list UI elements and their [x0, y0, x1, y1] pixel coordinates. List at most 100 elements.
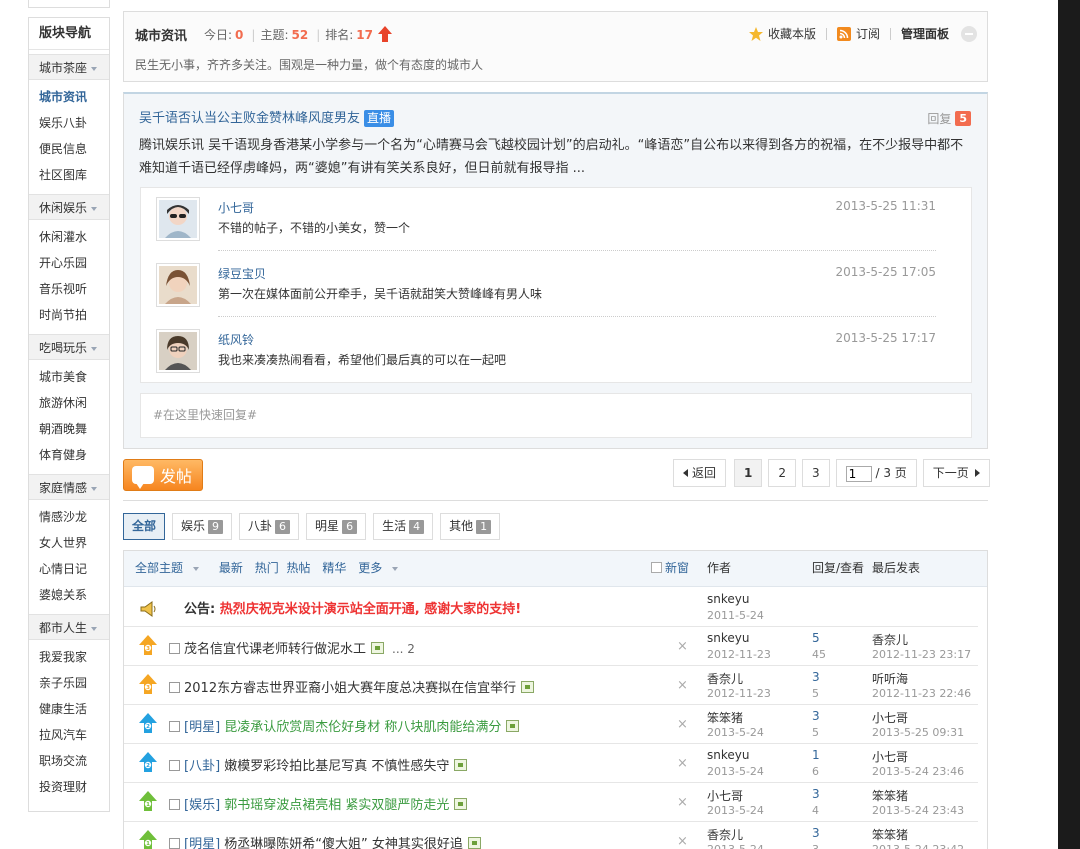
- sidebar-item[interactable]: 健康生活: [29, 696, 109, 722]
- sidebar-item[interactable]: 社区图库: [29, 162, 109, 188]
- thread-title-link[interactable]: 茂名信宜代课老师转行做泥水工 ... 2: [169, 638, 415, 657]
- sidebar-group-header[interactable]: 城市茶座: [29, 54, 109, 80]
- category-tab[interactable]: 其他 1: [440, 513, 501, 540]
- favorite-link[interactable]: 收藏本版: [748, 25, 816, 42]
- sidebar-item[interactable]: 便民信息: [29, 136, 109, 162]
- last-post-time[interactable]: 2012-11-23 22:46: [872, 687, 971, 700]
- filter-all[interactable]: 全部主题: [135, 561, 207, 575]
- last-post-time[interactable]: 2013-5-25 09:31: [872, 726, 964, 739]
- page-2[interactable]: 2: [768, 459, 797, 487]
- page-1[interactable]: 1: [734, 459, 763, 487]
- last-post-time[interactable]: 2012-11-23 23:17: [872, 648, 971, 661]
- collapse-icon[interactable]: [961, 25, 977, 42]
- thread-author[interactable]: snkeyu: [707, 592, 749, 606]
- new-post-button[interactable]: 发帖: [123, 459, 203, 491]
- sidebar-item[interactable]: 朝酒晚舞: [29, 416, 109, 442]
- sidebar-item[interactable]: 拉风汽车: [29, 722, 109, 748]
- sidebar-item[interactable]: 我爱我家: [29, 644, 109, 670]
- thread-checkbox[interactable]: [169, 799, 180, 810]
- thread-author[interactable]: snkeyu: [707, 748, 749, 762]
- reply-count[interactable]: 3: [812, 826, 820, 840]
- category-tab[interactable]: 生活 4: [373, 513, 434, 540]
- manage-panel-link[interactable]: 管理面板: [901, 25, 949, 42]
- sidebar-item[interactable]: 旅游休闲: [29, 390, 109, 416]
- last-poster[interactable]: 听听海: [872, 670, 908, 687]
- thread-checkbox[interactable]: [169, 643, 180, 654]
- last-poster[interactable]: 笨笨猪: [872, 826, 908, 843]
- subscribe-link[interactable]: 订阅: [836, 25, 880, 42]
- sidebar-item[interactable]: 城市美食: [29, 364, 109, 390]
- sidebar-item[interactable]: 婆媳关系: [29, 582, 109, 608]
- thread-type-tag[interactable]: [娱乐]: [184, 798, 220, 813]
- page-jump-input[interactable]: [845, 465, 872, 482]
- close-icon[interactable]: ×: [677, 795, 688, 810]
- thread-author[interactable]: 笨笨猪: [707, 709, 743, 726]
- featured-title-link[interactable]: 吴千语否认当公主败金赞林峰风度男友 直播: [139, 107, 395, 127]
- filter-hotpost[interactable]: 热帖: [287, 561, 311, 575]
- avatar[interactable]: [156, 197, 200, 241]
- last-post-time[interactable]: 2013-5-24 23:42: [872, 843, 964, 849]
- close-icon[interactable]: ×: [677, 678, 688, 693]
- new-window-toggle[interactable]: 新窗: [651, 551, 689, 585]
- category-tab[interactable]: 明星 6: [306, 513, 367, 540]
- reply-count[interactable]: 3: [812, 709, 820, 723]
- reply-count[interactable]: 1: [812, 748, 820, 762]
- filter-hot[interactable]: 热门: [255, 561, 279, 575]
- new-window-checkbox[interactable]: [651, 562, 662, 573]
- filter-more[interactable]: 更多: [358, 561, 406, 575]
- comment-author[interactable]: 纸风铃: [218, 331, 254, 348]
- next-page-button[interactable]: 下一页: [922, 459, 990, 487]
- thread-title-link[interactable]: 2012东方睿志世界亚裔小姐大赛年度总决赛拟在信宜举行: [169, 677, 535, 696]
- thread-author[interactable]: 香奈儿: [707, 826, 743, 843]
- notice-link[interactable]: 公告: 热烈庆祝克米设计演示站全面开通, 感谢大家的支持!: [184, 598, 521, 617]
- thread-type-tag[interactable]: [明星]: [184, 837, 220, 849]
- last-poster[interactable]: 小七哥: [872, 709, 908, 726]
- thread-checkbox[interactable]: [169, 721, 180, 732]
- comment-author[interactable]: 小七哥: [218, 199, 254, 216]
- last-poster[interactable]: 香奈儿: [872, 631, 908, 648]
- thread-title-link[interactable]: [明星] 杨丞琳曝陈妍希“傻大姐” 女神其实很好追: [169, 833, 481, 849]
- avatar[interactable]: [156, 263, 200, 307]
- thread-type-tag[interactable]: [明星]: [184, 720, 220, 735]
- sidebar-item[interactable]: 情感沙龙: [29, 504, 109, 530]
- thread-type-tag[interactable]: [八卦]: [184, 759, 220, 774]
- sidebar-item[interactable]: 职场交流: [29, 748, 109, 774]
- close-icon[interactable]: ×: [677, 834, 688, 849]
- sidebar-item[interactable]: 时尚节拍: [29, 302, 109, 328]
- sidebar-item[interactable]: 投资理财: [29, 774, 109, 800]
- sidebar-group-header[interactable]: 家庭情感: [29, 474, 109, 500]
- close-icon[interactable]: ×: [677, 756, 688, 771]
- thread-author[interactable]: snkeyu: [707, 631, 749, 645]
- category-tab[interactable]: 娱乐 9: [172, 513, 233, 540]
- thread-author[interactable]: 小七哥: [707, 787, 743, 804]
- reply-count[interactable]: 5: [812, 631, 820, 645]
- thread-pages[interactable]: ... 2: [392, 642, 415, 656]
- category-tab[interactable]: 全部: [123, 513, 166, 540]
- thread-author[interactable]: 香奈儿: [707, 670, 743, 687]
- sidebar-item[interactable]: 娱乐八卦: [29, 110, 109, 136]
- sidebar-item[interactable]: 城市资讯: [29, 84, 109, 110]
- close-icon[interactable]: ×: [677, 717, 688, 732]
- quick-reply-input[interactable]: #在这里快速回复#: [140, 393, 972, 438]
- thread-title-link[interactable]: [娱乐] 郭书瑶穿波点裙亮相 紧实双腿严防走光: [169, 794, 468, 813]
- sidebar-item[interactable]: 休闲灌水: [29, 224, 109, 250]
- filter-latest[interactable]: 最新: [219, 561, 243, 575]
- sidebar-item[interactable]: 开心乐园: [29, 250, 109, 276]
- sidebar-group-header[interactable]: 都市人生: [29, 614, 109, 640]
- thread-checkbox[interactable]: [169, 682, 180, 693]
- sidebar-item[interactable]: 心情日记: [29, 556, 109, 582]
- sidebar-item[interactable]: 女人世界: [29, 530, 109, 556]
- filter-digest[interactable]: 精华: [322, 561, 346, 575]
- thread-title-link[interactable]: [明星] 昆凌承认欣赏周杰伦好身材 称八块肌肉能给满分: [169, 716, 520, 735]
- last-post-time[interactable]: 2013-5-24 23:43: [872, 804, 964, 817]
- last-post-time[interactable]: 2013-5-24 23:46: [872, 765, 964, 778]
- sidebar-item[interactable]: 体育健身: [29, 442, 109, 468]
- comment-author[interactable]: 绿豆宝贝: [218, 265, 266, 282]
- sidebar-group-header[interactable]: 吃喝玩乐: [29, 334, 109, 360]
- thread-title-link[interactable]: [八卦] 嫩模罗彩玲拍比基尼写真 不慎性感失守: [169, 755, 468, 774]
- thread-checkbox[interactable]: [169, 838, 180, 849]
- thread-checkbox[interactable]: [169, 760, 180, 771]
- sidebar-item[interactable]: 亲子乐园: [29, 670, 109, 696]
- sidebar-group-header[interactable]: 休闲娱乐: [29, 194, 109, 220]
- back-button[interactable]: 返回: [673, 459, 727, 487]
